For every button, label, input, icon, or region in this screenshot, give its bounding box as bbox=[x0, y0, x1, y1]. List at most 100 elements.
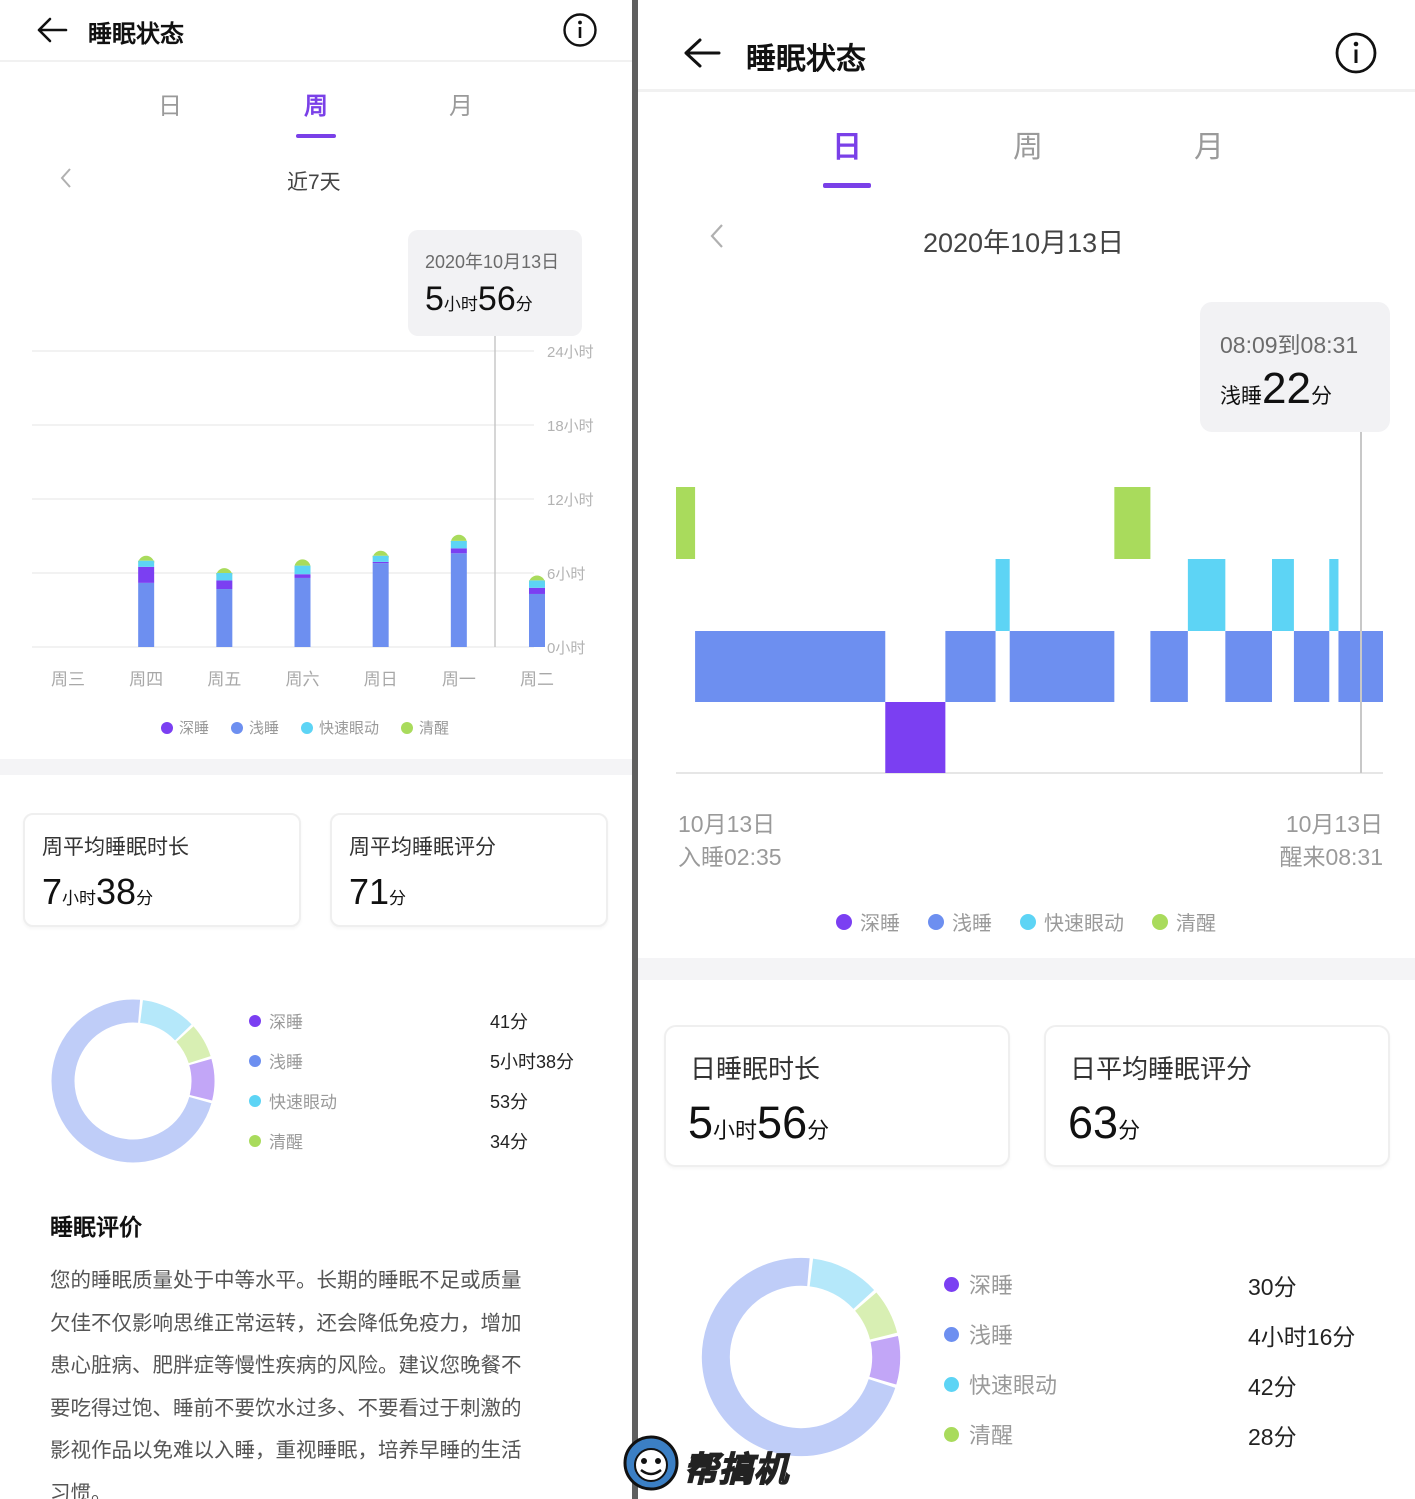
stage-segment bbox=[1187, 559, 1226, 631]
donut-value-light: 5小时38分 bbox=[490, 1052, 575, 1072]
tab-underline bbox=[823, 183, 871, 188]
stage-segment bbox=[1272, 559, 1294, 631]
legend-deep: 深睡 bbox=[161, 717, 209, 738]
y-tick-label: 0小时 bbox=[547, 640, 585, 657]
donut-value-light: 4小时16分 bbox=[1248, 1324, 1356, 1350]
donut-slice-awake bbox=[854, 1292, 898, 1341]
tab-week[interactable]: 周 bbox=[1004, 122, 1052, 166]
tab-day[interactable]: 日 bbox=[823, 122, 871, 166]
bar-segment bbox=[450, 540, 467, 549]
bar-segment bbox=[372, 561, 389, 564]
card-value: 7小时38分 bbox=[42, 871, 154, 912]
sleep-composition-donut bbox=[701, 1257, 901, 1457]
x-tick-label: 周五 bbox=[207, 670, 241, 689]
x-tick-label: 周六 bbox=[286, 670, 320, 689]
deep-dot-icon bbox=[161, 721, 173, 734]
evaluation-line: 欠佳不仅影响思维正常运转，还会降低免疫力，增加 bbox=[50, 1311, 522, 1335]
awake-dot-icon bbox=[1152, 913, 1168, 930]
card-title: 周平均睡眠评分 bbox=[349, 836, 496, 859]
awake-dot-icon bbox=[249, 1134, 261, 1147]
info-icon[interactable] bbox=[1334, 31, 1378, 75]
previous-period-icon[interactable] bbox=[58, 166, 74, 190]
evaluation-line: 影视作品以免难以入睡，重视睡眠，培养早睡的生活 bbox=[50, 1439, 522, 1462]
stage-segment bbox=[695, 631, 886, 702]
avg-duration-card: 周平均睡眠时长 7小时38分 bbox=[23, 813, 301, 927]
bar-segment bbox=[372, 563, 389, 647]
y-tick-label: 12小时 bbox=[547, 492, 594, 509]
tab-day[interactable]: 日 bbox=[150, 86, 190, 121]
right-header: 睡眠状态 bbox=[638, 0, 1415, 92]
donut-value-deep: 41分 bbox=[490, 1012, 529, 1032]
section-divider bbox=[0, 759, 632, 775]
tooltip-stage-duration: 浅睡22分 bbox=[1220, 364, 1332, 413]
stage-segment bbox=[1009, 631, 1115, 702]
stage-segment bbox=[1329, 559, 1339, 631]
chart-tooltip: 08:09到08:31 浅睡22分 bbox=[1200, 302, 1390, 432]
back-arrow-icon[interactable] bbox=[36, 16, 68, 44]
bar-segment bbox=[529, 580, 545, 588]
donut-row-rem: 快速眼动 bbox=[944, 1368, 1057, 1400]
rem-dot-icon bbox=[301, 721, 314, 734]
previous-day-icon[interactable] bbox=[708, 222, 726, 250]
page-title: 睡眠状态 bbox=[746, 43, 866, 76]
x-tick-label: 周二 bbox=[520, 670, 554, 689]
bar-segment bbox=[138, 560, 155, 567]
info-icon[interactable] bbox=[562, 12, 598, 48]
donut-slice-deep bbox=[869, 1336, 901, 1385]
deep-dot-icon bbox=[836, 913, 852, 930]
section-divider bbox=[638, 958, 1415, 980]
donut-value-rem: 53分 bbox=[490, 1092, 529, 1112]
left-legend: 深睡 浅睡 快速眼动 清醒 bbox=[161, 717, 449, 738]
legend-awake: 清醒 bbox=[1152, 907, 1216, 936]
evaluation-line: 习惯。 bbox=[50, 1481, 112, 1499]
tab-month[interactable]: 月 bbox=[441, 86, 481, 121]
stage-segment bbox=[885, 702, 946, 773]
tooltip-duration: 5小时56分 bbox=[425, 280, 533, 318]
axis-end-date: 10月13日 bbox=[1285, 811, 1383, 837]
x-tick-label: 周四 bbox=[129, 670, 163, 689]
light-dot-icon bbox=[944, 1326, 959, 1342]
tab-month[interactable]: 月 bbox=[1185, 122, 1233, 166]
stage-segment bbox=[1114, 487, 1151, 559]
date-label: 2020年10月13日 bbox=[923, 228, 1125, 258]
left-header: 睡眠状态 bbox=[0, 0, 632, 62]
donut-slice-rem bbox=[139, 1000, 192, 1041]
axis-start-text: 入睡02:35 bbox=[678, 844, 782, 870]
deep-dot-icon bbox=[249, 1014, 261, 1027]
stage-segment bbox=[995, 559, 1010, 631]
donut-value-rem: 42分 bbox=[1248, 1374, 1297, 1400]
donut-row-deep: 深睡 bbox=[944, 1268, 1013, 1300]
card-title: 日平均睡眠评分 bbox=[1070, 1054, 1253, 1084]
legend-light: 浅睡 bbox=[231, 717, 279, 738]
legend-rem: 快速眼动 bbox=[301, 717, 379, 738]
bar-segment bbox=[372, 555, 389, 562]
x-tick-label: 周日 bbox=[364, 670, 398, 689]
day-score-card: 日平均睡眠评分 63分 bbox=[1044, 1025, 1390, 1167]
y-tick-label: 24小时 bbox=[547, 344, 594, 361]
right-panel: 睡眠状态 日 周 月 2020年10月13日 08:09到08:31 浅睡22分… bbox=[638, 0, 1415, 1499]
card-value: 71分 bbox=[349, 871, 407, 912]
evaluation-line: 要吃得过饱、睡前不要饮水过多、不要看过于刺激的 bbox=[50, 1396, 522, 1420]
sleep-composition-donut bbox=[51, 999, 215, 1163]
back-arrow-icon[interactable] bbox=[682, 36, 722, 70]
card-value: 5小时56分 bbox=[688, 1097, 830, 1148]
right-legend: 深睡 浅睡 快速眼动 清醒 bbox=[836, 907, 1216, 936]
donut-slice-rem bbox=[809, 1258, 875, 1310]
range-label: 近7天 bbox=[287, 171, 341, 194]
bar-segment bbox=[216, 573, 233, 581]
legend-awake: 清醒 bbox=[401, 717, 449, 738]
bar-segment bbox=[294, 565, 311, 575]
daily-hypnogram-chart bbox=[676, 432, 1383, 774]
tab-week[interactable]: 周 bbox=[296, 86, 336, 121]
y-tick-label: 18小时 bbox=[547, 418, 594, 435]
donut-row-deep: 深睡 bbox=[249, 1008, 303, 1033]
bar-segment bbox=[216, 580, 233, 590]
legend-light: 浅睡 bbox=[928, 907, 992, 936]
bar-segment bbox=[450, 548, 467, 554]
donut-value-deep: 30分 bbox=[1248, 1274, 1297, 1300]
card-value: 63分 bbox=[1068, 1097, 1141, 1148]
bar-segment bbox=[529, 593, 545, 647]
chart-tooltip: 2020年10月13日 5小时56分 bbox=[408, 230, 582, 336]
light-dot-icon bbox=[928, 913, 944, 930]
stage-segment bbox=[1150, 631, 1188, 702]
